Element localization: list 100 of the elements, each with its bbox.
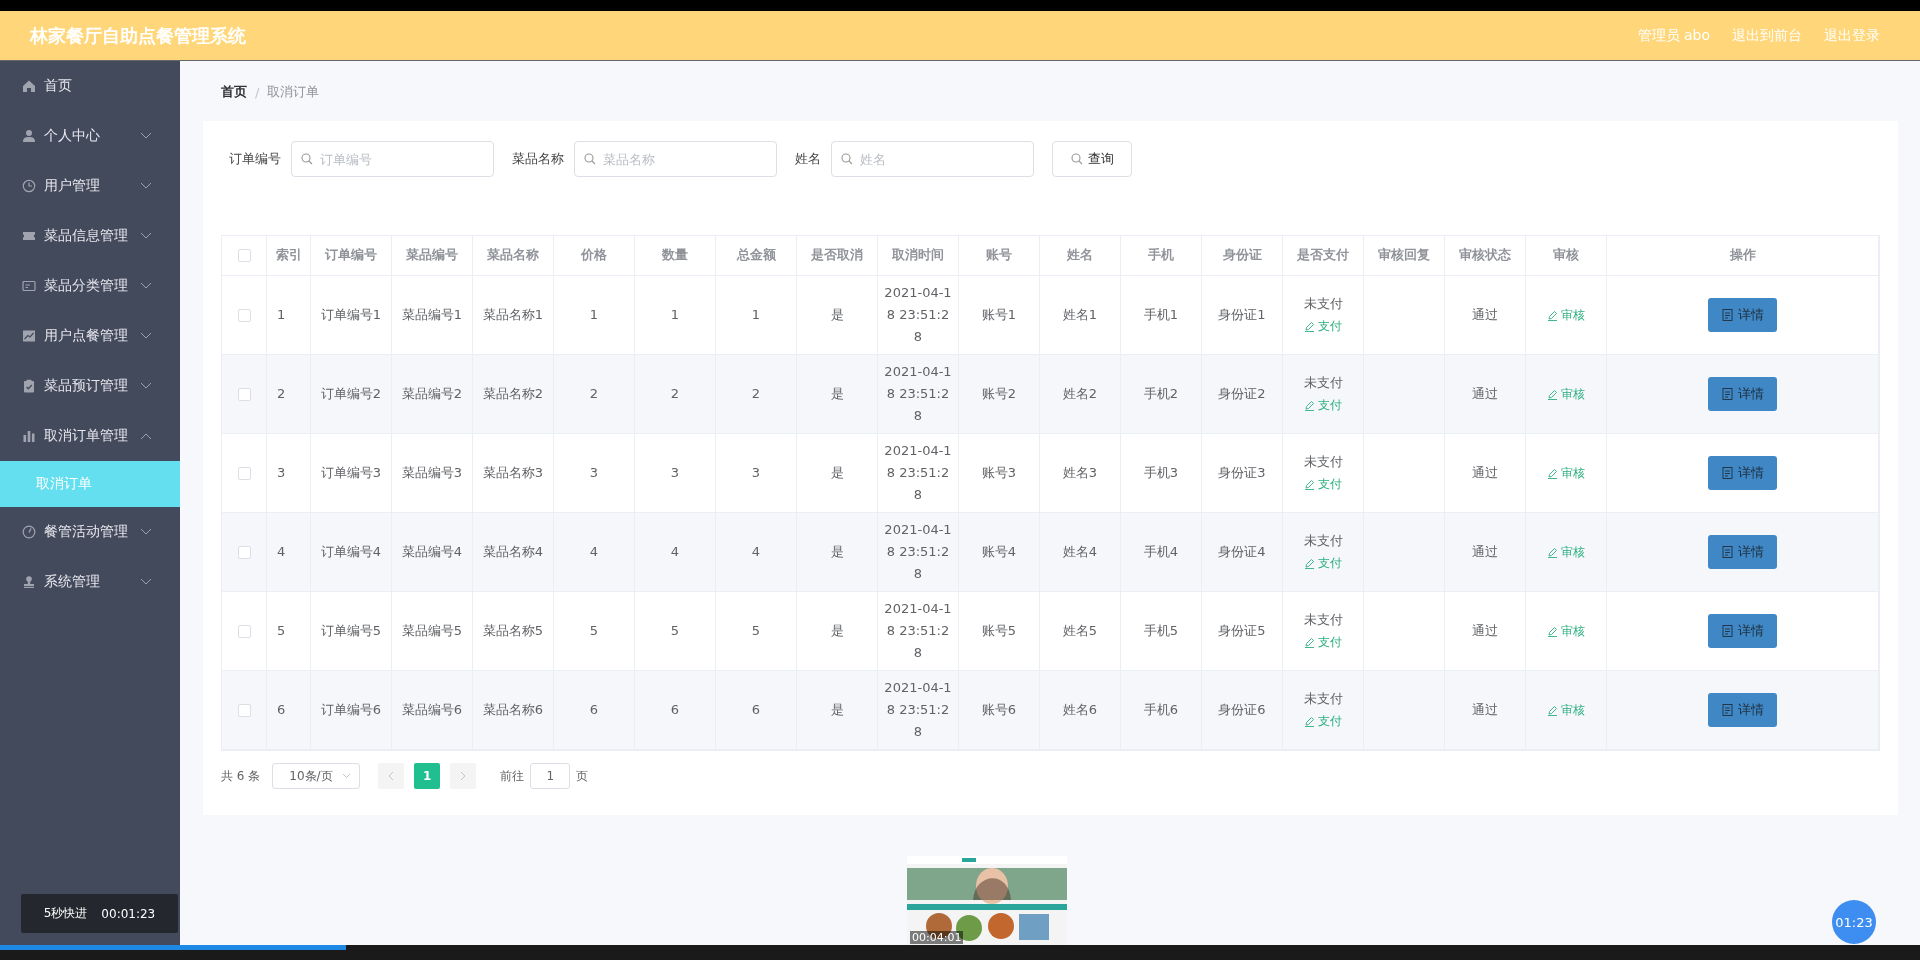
- review-link[interactable]: 审核: [1547, 304, 1585, 326]
- column-header: 操作: [1607, 236, 1879, 276]
- chart-icon: [22, 329, 36, 343]
- menu-item[interactable]: 系统管理: [0, 557, 180, 607]
- table-cell: 6: [635, 671, 716, 750]
- pencil-icon: [1304, 636, 1315, 648]
- checkbox[interactable]: [237, 624, 251, 638]
- pay-link[interactable]: 支付: [1304, 631, 1342, 653]
- table-cell: 6: [554, 671, 635, 750]
- document-icon: [1721, 546, 1733, 558]
- pay-link[interactable]: 支付: [1304, 394, 1342, 416]
- breadcrumb-link[interactable]: 首页: [221, 83, 247, 101]
- checkbox[interactable]: [237, 545, 251, 559]
- column-header: 姓名: [1040, 236, 1121, 276]
- pay-link[interactable]: 支付: [1304, 473, 1342, 495]
- menu-item[interactable]: 用户管理: [0, 161, 180, 211]
- detail-button[interactable]: 详情: [1708, 298, 1777, 332]
- detail-button[interactable]: 详情: [1708, 456, 1777, 490]
- pay-link[interactable]: 支付: [1304, 710, 1342, 732]
- pencil-icon: [1547, 467, 1558, 479]
- page-size-select[interactable]: 10条/页: [272, 763, 361, 789]
- breadcrumb-current: 取消订单: [267, 83, 320, 101]
- menu-item[interactable]: 菜品信息管理: [0, 211, 180, 261]
- table-cell: 是: [797, 355, 878, 434]
- review-link[interactable]: 审核: [1547, 383, 1585, 405]
- caret-down-icon: [140, 578, 152, 586]
- prev-page-button[interactable]: [378, 763, 405, 789]
- table-cell: 菜品名称2: [473, 355, 554, 434]
- table-cell: 身份证2: [1202, 355, 1283, 434]
- pay-link[interactable]: 支付: [1304, 552, 1342, 574]
- checkbox[interactable]: [237, 249, 251, 262]
- review-link[interactable]: 审核: [1547, 620, 1585, 642]
- search-field[interactable]: 菜品名称: [574, 141, 777, 177]
- table-cell: 是: [797, 671, 878, 750]
- payment-status: 未支付: [1303, 295, 1343, 313]
- table-cell: 身份证6: [1202, 671, 1283, 750]
- field-label: 菜品名称: [512, 150, 564, 168]
- table-cell: 姓名6: [1040, 671, 1121, 750]
- detail-button[interactable]: 详情: [1708, 377, 1777, 411]
- pencil-icon: [1547, 546, 1558, 558]
- card-icon: [22, 279, 36, 293]
- pay-link[interactable]: 支付: [1304, 315, 1342, 337]
- column-header: 菜品编号: [392, 236, 473, 276]
- stamp-icon: [22, 575, 36, 589]
- checkbox[interactable]: [237, 387, 251, 401]
- next-page-button[interactable]: [450, 763, 477, 789]
- table-cell: 2: [267, 355, 311, 434]
- caret-down-icon: [140, 182, 152, 190]
- table-cell: 2: [635, 355, 716, 434]
- breadcrumb-separator: /: [255, 84, 260, 100]
- caret-down-icon: [140, 528, 152, 536]
- home-icon: [22, 79, 36, 93]
- table-cell: 手机6: [1121, 671, 1202, 750]
- table-cell: 4: [635, 513, 716, 592]
- table-cell: 4: [554, 513, 635, 592]
- table-cell: 订单编号4: [311, 513, 392, 592]
- document-icon: [1721, 309, 1733, 321]
- payment-status: 未支付: [1303, 690, 1343, 708]
- review-link[interactable]: 审核: [1547, 462, 1585, 484]
- search-button[interactable]: 查询: [1052, 141, 1132, 177]
- table-cell: 订单编号6: [311, 671, 392, 750]
- search-field[interactable]: 姓名: [831, 141, 1034, 177]
- payment-status: 未支付: [1303, 374, 1343, 392]
- page-number[interactable]: 1: [414, 763, 441, 789]
- column-header: 是否取消: [797, 236, 878, 276]
- menu-item[interactable]: 餐管活动管理: [0, 507, 180, 557]
- caret-down-icon: [140, 282, 152, 290]
- menu-item[interactable]: 用户点餐管理: [0, 311, 180, 361]
- table-cell: 姓名2: [1040, 355, 1121, 434]
- table-cell: 菜品名称4: [473, 513, 554, 592]
- caret-down-icon: [140, 232, 152, 240]
- search-icon: [1070, 153, 1083, 165]
- menu-item[interactable]: 菜品预订管理: [0, 361, 180, 411]
- page-input[interactable]: 1: [530, 763, 571, 789]
- pencil-icon: [1304, 320, 1315, 332]
- menu-item[interactable]: 个人中心: [0, 111, 180, 161]
- column-header: 身份证: [1202, 236, 1283, 276]
- detail-button[interactable]: 详情: [1708, 535, 1777, 569]
- menu-item[interactable]: 菜品分类管理: [0, 261, 180, 311]
- table-cell: 订单编号2: [311, 355, 392, 434]
- pencil-icon: [1547, 704, 1558, 716]
- gauge-icon: [22, 525, 36, 539]
- table-cell: 通过: [1445, 513, 1526, 592]
- checkbox[interactable]: [237, 308, 251, 322]
- column-header: 审核: [1526, 236, 1607, 276]
- progress-track[interactable]: [0, 945, 1920, 960]
- clipboard-icon: [22, 379, 36, 393]
- table-cell: 菜品名称6: [473, 671, 554, 750]
- review-link[interactable]: 审核: [1547, 699, 1585, 721]
- search-field[interactable]: 订单编号: [291, 141, 494, 177]
- checkbox[interactable]: [237, 466, 251, 480]
- table-cell: 菜品编号6: [392, 671, 473, 750]
- pencil-icon: [1304, 715, 1315, 727]
- detail-button[interactable]: 详情: [1708, 693, 1777, 727]
- checkbox[interactable]: [237, 703, 251, 717]
- menu-item[interactable]: 取消订单管理: [0, 411, 180, 461]
- table-cell: 手机2: [1121, 355, 1202, 434]
- menu-item[interactable]: 首页: [0, 61, 180, 111]
- detail-button[interactable]: 详情: [1708, 614, 1777, 648]
- review-link[interactable]: 审核: [1547, 541, 1585, 563]
